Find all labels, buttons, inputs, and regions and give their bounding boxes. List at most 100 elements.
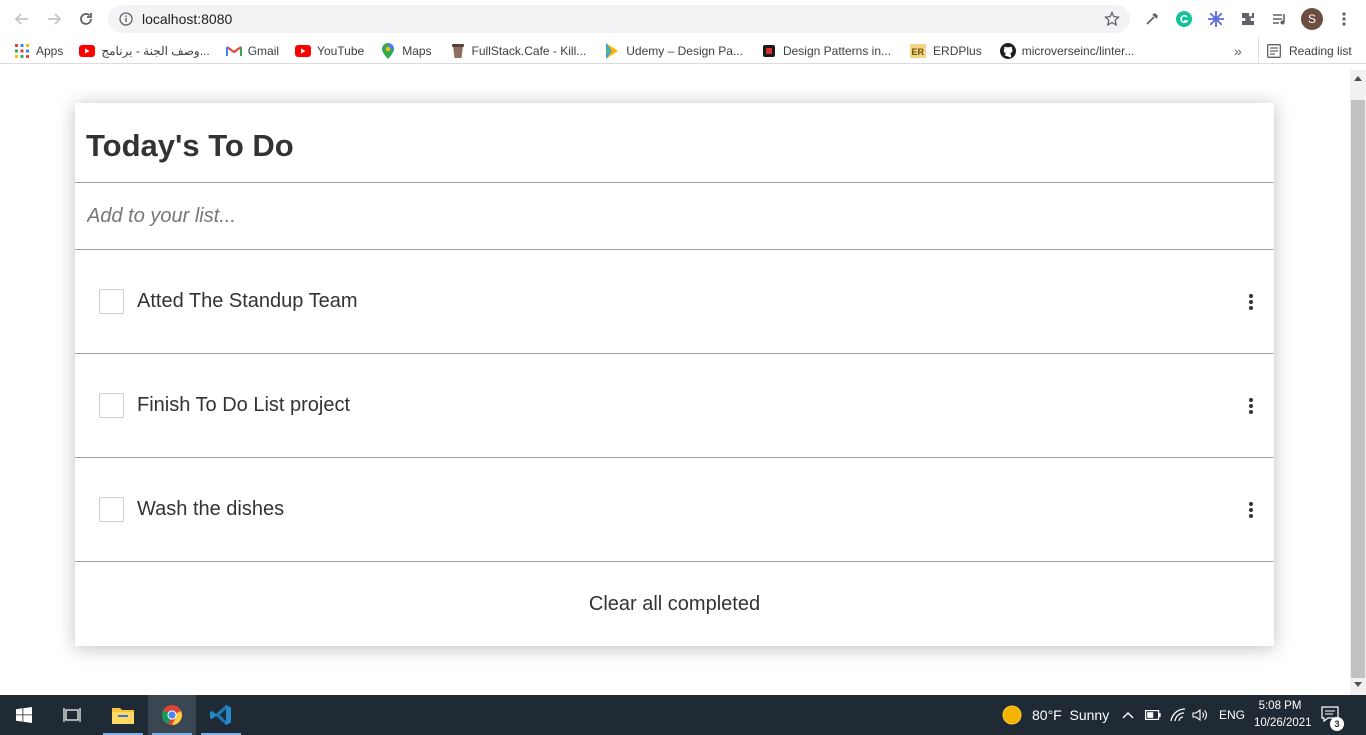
more-options-icon[interactable] (1246, 291, 1256, 313)
erdplus-icon: ER (909, 43, 927, 59)
task-item: Atted The Standup Team (75, 250, 1274, 354)
udemy-icon (604, 42, 620, 59)
task-item: Finish To Do List project (75, 354, 1274, 458)
task-label[interactable]: Atted The Standup Team (137, 290, 358, 313)
chrome-icon (161, 705, 182, 725)
task-checkbox[interactable] (99, 393, 124, 418)
more-options-icon[interactable] (1246, 395, 1256, 417)
sun-icon (1002, 705, 1022, 725)
scroll-up-arrow-icon[interactable] (1354, 76, 1362, 81)
taskbar-vscode[interactable] (197, 695, 245, 735)
taskbar-clock[interactable]: 5:08 PM 10/26/2021 (1254, 698, 1312, 732)
bookmark-maps[interactable]: Maps (374, 39, 437, 63)
bookmark-label: Udemy – Design Pa... (626, 43, 743, 58)
address-url[interactable]: localhost:8080 (142, 11, 232, 27)
taskbar-chrome[interactable] (148, 695, 196, 735)
bookmark-design-patterns[interactable]: Design Patterns in... (755, 39, 897, 63)
bookmark-udemy[interactable]: Udemy – Design Pa... (598, 39, 749, 63)
more-options-icon[interactable] (1246, 499, 1256, 521)
bookmark-label: ERDPlus (933, 43, 982, 58)
bookmark-apps[interactable]: Apps (8, 39, 69, 63)
bookmarks-bar: Apps وصف الجنة - برنامج... Gmail YouTube… (0, 38, 1366, 64)
youtube-icon (295, 43, 312, 59)
media-playlist-icon[interactable] (1269, 8, 1291, 30)
battery-status[interactable] (1145, 695, 1161, 735)
notification-count-badge: 3 (1330, 717, 1344, 731)
bookmark-star-icon[interactable] (1103, 10, 1121, 32)
design-patterns-icon (761, 43, 777, 59)
maps-icon (380, 42, 396, 59)
scroll-down-arrow-icon[interactable] (1354, 682, 1362, 687)
bookmark-arabic-video[interactable]: وصف الجنة - برنامج... (73, 39, 215, 63)
browser-toolbar: localhost:8080 S (0, 0, 1366, 38)
clear-completed-button[interactable]: Clear all completed (75, 562, 1274, 646)
bookmark-fullstack-cafe[interactable]: FullStack.Cafe - Kill... (444, 39, 593, 63)
task-view-button[interactable] (48, 695, 96, 735)
reading-list-button[interactable]: Reading list (1258, 38, 1352, 64)
forward-button[interactable] (38, 3, 70, 35)
bookmark-gmail[interactable]: Gmail (220, 39, 285, 63)
volume-status[interactable] (1192, 695, 1208, 735)
bookmark-label: Apps (36, 43, 64, 58)
task-item: Wash the dishes (75, 458, 1274, 562)
clock-time: 5:08 PM (1258, 700, 1302, 712)
snowflake-extension-icon[interactable] (1205, 8, 1227, 30)
overflow-chevron-icon: » (1234, 43, 1242, 59)
reading-list-label: Reading list (1289, 44, 1352, 58)
forward-arrow-icon (48, 13, 62, 25)
eyedropper-extension-icon[interactable] (1141, 8, 1163, 30)
add-task-input[interactable] (87, 204, 1274, 228)
vscode-icon (210, 705, 231, 725)
reload-icon (80, 13, 92, 25)
task-checkbox[interactable] (99, 289, 124, 314)
bookmark-label: microverseinc/linter... (1021, 43, 1135, 58)
network-status[interactable] (1170, 695, 1186, 735)
input-language[interactable]: ENG (1219, 695, 1245, 735)
cafe-icon (450, 43, 466, 59)
bookmark-label: وصف الجنة - برنامج... (101, 43, 210, 58)
task-checkbox[interactable] (99, 497, 124, 522)
start-button[interactable] (0, 695, 48, 735)
todo-card: Today's To Do Atted The Standup Team Fin… (75, 103, 1274, 646)
bookmark-youtube[interactable]: YouTube (289, 39, 370, 63)
page-title: Today's To Do (75, 103, 1274, 183)
taskbar-file-explorer[interactable] (99, 695, 147, 735)
speaker-icon (1192, 708, 1207, 722)
reading-list-icon (1267, 44, 1281, 58)
task-label[interactable]: Finish To Do List project (137, 394, 350, 417)
bookmark-erdplus[interactable]: ER ERDPlus (903, 39, 988, 63)
apps-grid-icon (14, 43, 30, 59)
wifi-icon (1170, 708, 1186, 722)
battery-icon (1145, 710, 1161, 720)
chrome-menu-icon[interactable] (1333, 8, 1355, 30)
extensions-puzzle-icon[interactable] (1237, 8, 1259, 30)
bookmark-github[interactable]: microverseinc/linter... (994, 39, 1141, 63)
grammarly-extension-icon[interactable] (1173, 8, 1195, 30)
action-center-button[interactable]: 3 (1320, 695, 1344, 735)
github-icon (999, 42, 1016, 59)
add-task-row (75, 183, 1274, 250)
back-arrow-icon (14, 13, 28, 25)
bookmarks-overflow-button[interactable]: » (1234, 38, 1242, 64)
youtube-icon (79, 43, 96, 59)
windows-taskbar: 80°F Sunny ENG 5:08 PM 10/26/2021 3 (0, 695, 1366, 735)
task-label[interactable]: Wash the dishes (137, 498, 284, 521)
site-info-icon[interactable] (118, 11, 134, 27)
weather-text: 80°F Sunny (1032, 707, 1110, 723)
bookmark-label: Design Patterns in... (782, 43, 892, 58)
clock-date: 10/26/2021 (1254, 717, 1312, 729)
show-hidden-icons-button[interactable] (1122, 695, 1134, 735)
bookmark-label: FullStack.Cafe - Kill... (471, 43, 587, 58)
windows-logo-icon (16, 707, 32, 723)
bookmark-label: Gmail (247, 43, 280, 58)
page-scrollbar[interactable] (1350, 70, 1366, 695)
address-bar[interactable]: localhost:8080 (108, 5, 1130, 33)
reload-button[interactable] (70, 3, 102, 35)
scroll-thumb[interactable] (1351, 100, 1365, 678)
bookmark-label: Maps (402, 43, 432, 58)
gmail-icon (225, 43, 242, 59)
page-viewport: Today's To Do Atted The Standup Team Fin… (0, 70, 1350, 695)
back-button[interactable] (6, 3, 38, 35)
weather-widget[interactable]: 80°F Sunny (1002, 695, 1109, 735)
profile-avatar[interactable]: S (1301, 8, 1323, 30)
